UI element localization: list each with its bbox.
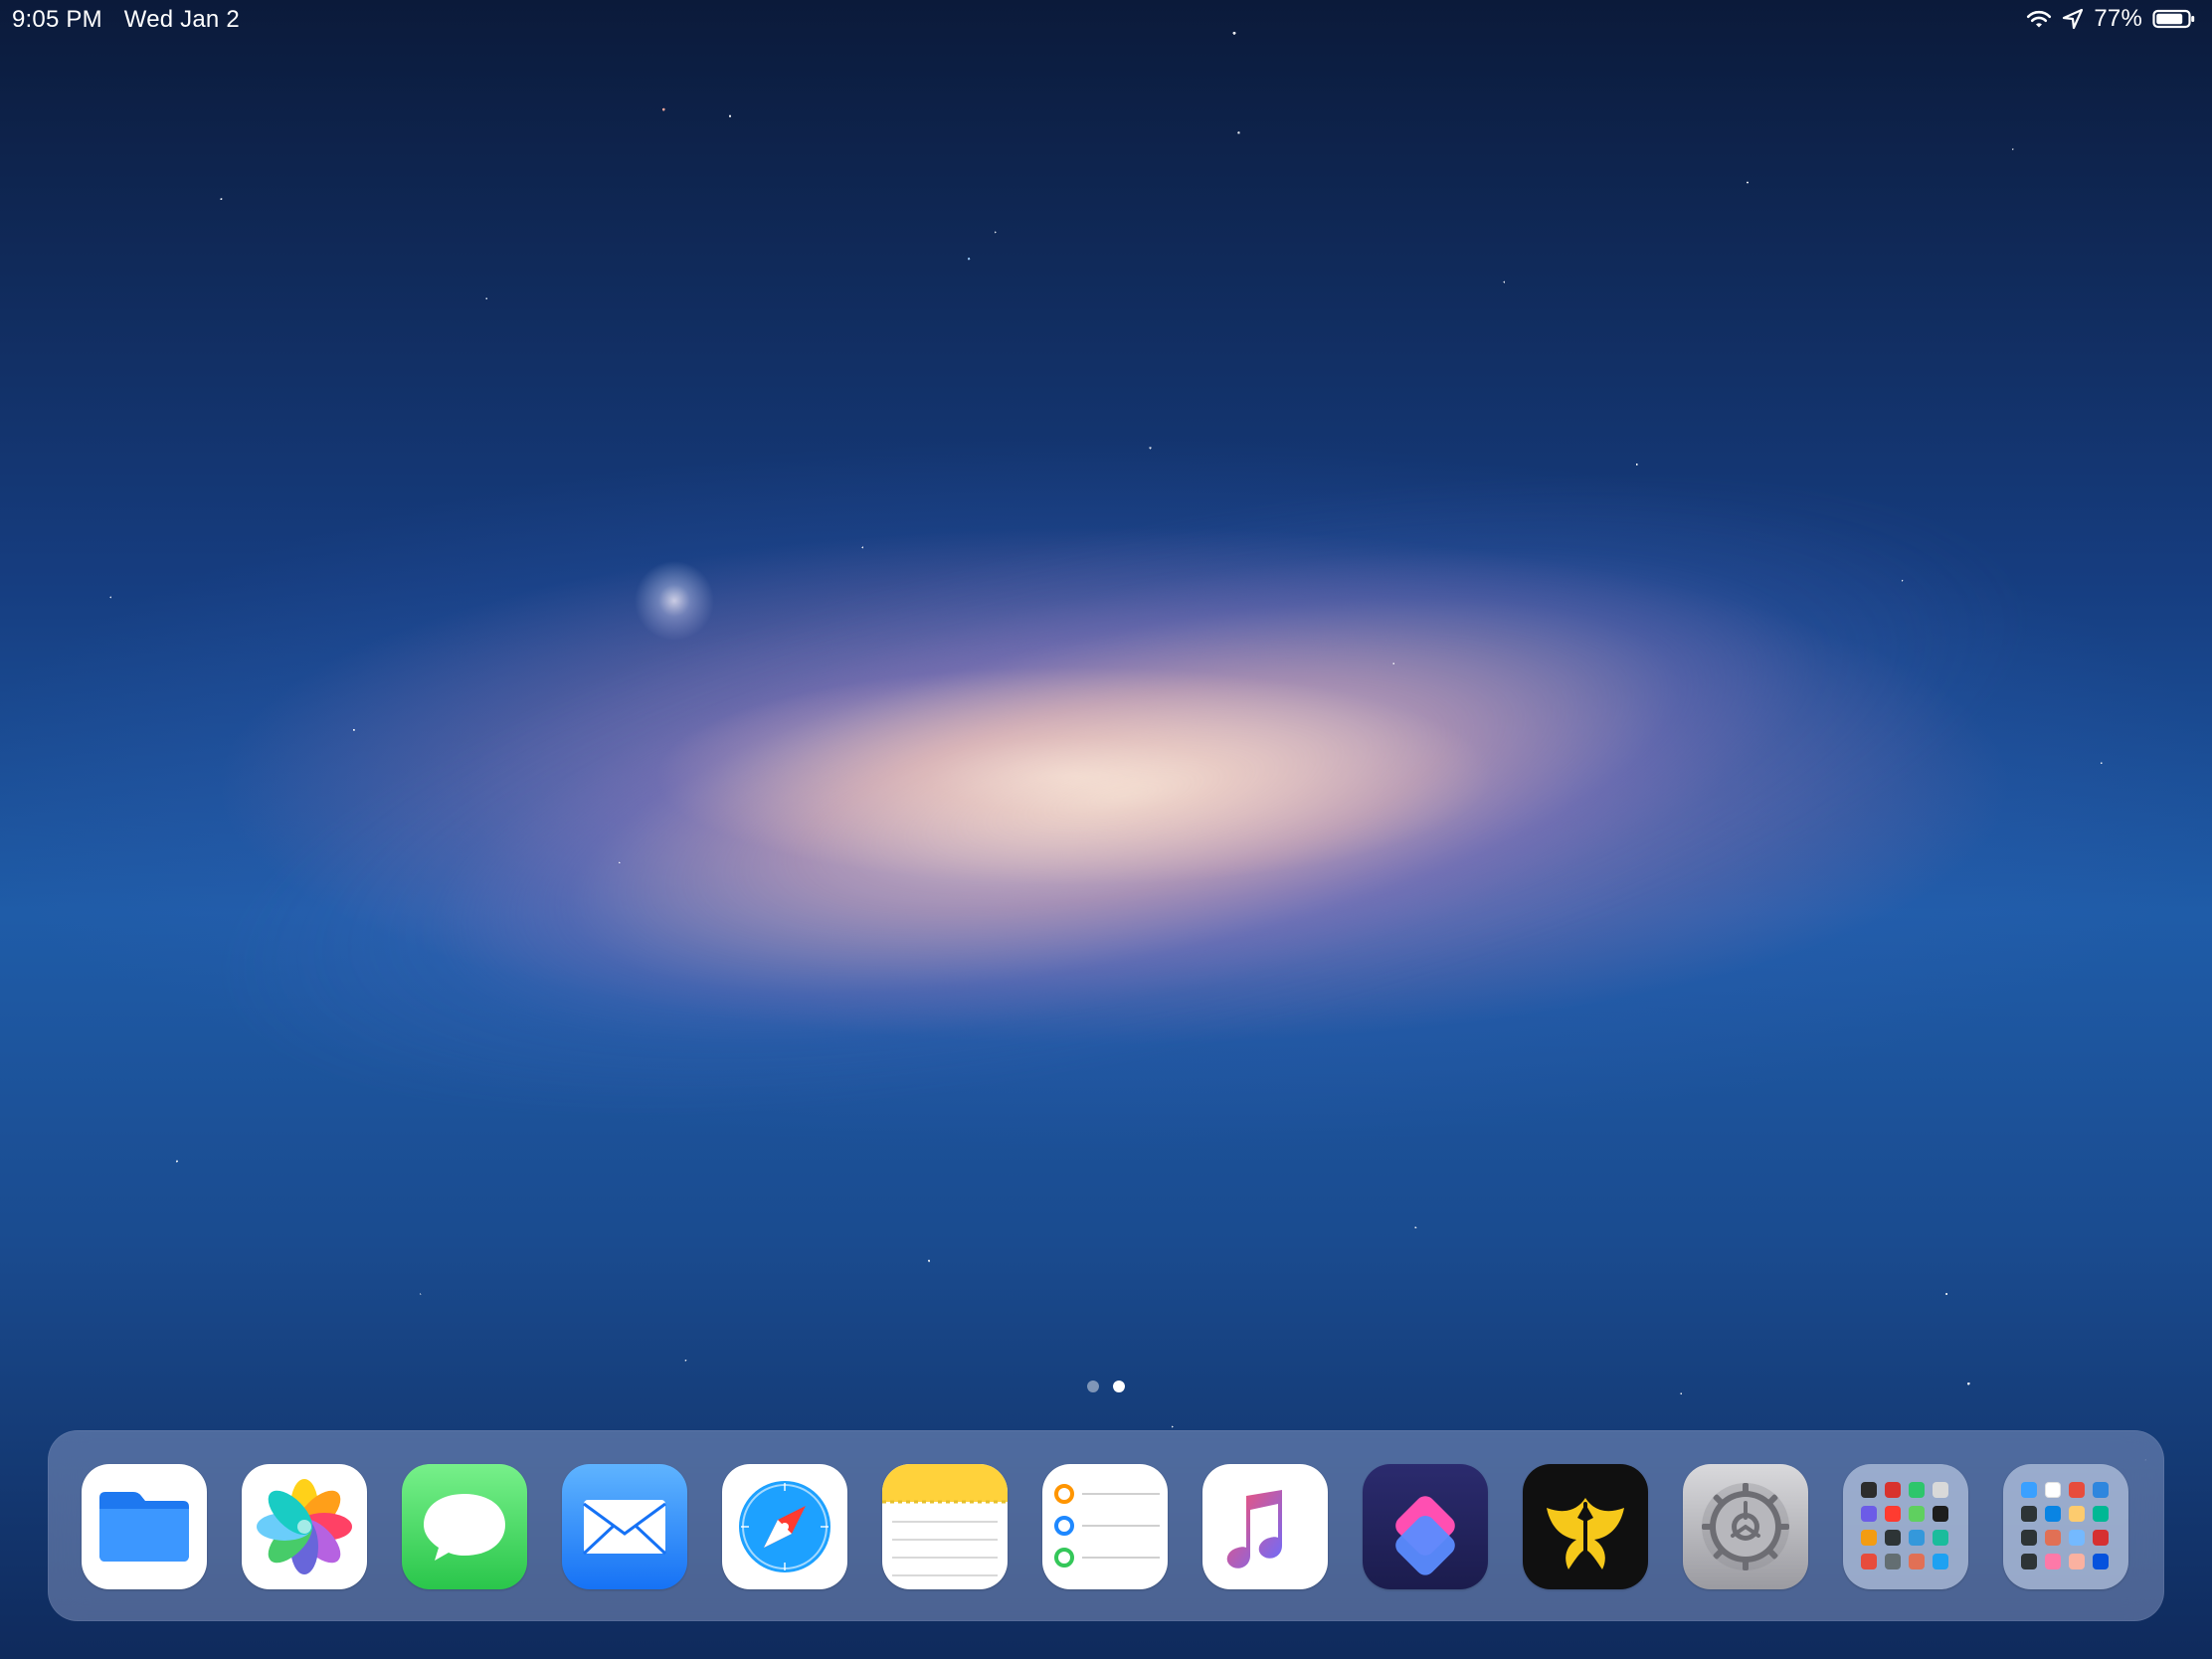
folder-mini-app-icon [1909,1554,1925,1569]
folder-mini-app-icon [2045,1482,2061,1498]
folder-mini-app-icon [2069,1482,2085,1498]
photos-app-icon[interactable] [242,1464,367,1589]
notes-app-icon[interactable] [882,1464,1008,1589]
folder-mini-app-icon [1861,1482,1877,1498]
reminders-app-icon[interactable] [1042,1464,1168,1589]
location-arrow-icon [2062,8,2084,30]
notes-icon [882,1464,1008,1576]
ulysses-icon [1547,1498,1624,1569]
messages-app-icon[interactable] [402,1464,527,1589]
folder-mini-app-icon [1861,1554,1877,1569]
folder-mini-app-icon [1885,1554,1901,1569]
folder-mini-app-icon [2021,1530,2037,1546]
folder-mini-app-icon [1933,1530,1948,1546]
folder-mini-app-icon [1933,1554,1948,1569]
folder-mini-app-icon [1933,1506,1948,1522]
mail-app-icon[interactable] [562,1464,687,1589]
files-icon [99,1492,189,1562]
folder-1-grid [1861,1482,1950,1571]
ulysses-app-icon[interactable] [1523,1464,1648,1589]
wifi-icon [2026,9,2052,29]
settings-icon [1702,1483,1789,1570]
reminders-icon [1054,1484,1160,1567]
mail-icon [582,1500,667,1556]
dock [48,1430,2164,1621]
folder-mini-app-icon [2093,1482,2109,1498]
folder-mini-app-icon [1861,1506,1877,1522]
galaxy-wallpaper-glow [120,229,2127,1363]
folder-mini-app-icon [1909,1482,1925,1498]
shortcuts-icon [1395,1496,1455,1575]
status-time: 9:05 PM [12,6,102,33]
folder-mini-app-icon [2021,1482,2037,1498]
folder-mini-app-icon [1861,1530,1877,1546]
status-right: 77% [2026,5,2196,33]
files-app-icon[interactable] [82,1464,207,1589]
folder-mini-app-icon [2045,1530,2061,1546]
music-app-icon[interactable] [1202,1464,1328,1589]
folder-mini-app-icon [1933,1482,1948,1498]
folder-mini-app-icon [2045,1506,2061,1522]
battery-icon [2152,8,2196,30]
page-indicator[interactable] [1087,1381,1125,1392]
safari-icon [739,1481,830,1572]
folder-mini-app-icon [2021,1554,2037,1569]
shortcuts-app-icon[interactable] [1363,1464,1488,1589]
page-dot-2[interactable] [1113,1381,1125,1392]
folder-mini-app-icon [2069,1530,2085,1546]
folder-mini-app-icon [1909,1506,1925,1522]
folder-mini-app-icon [1909,1530,1925,1546]
folder-mini-app-icon [2069,1506,2085,1522]
folder-mini-app-icon [2045,1554,2061,1569]
folder-mini-app-icon [2093,1530,2109,1546]
folder-mini-app-icon [1885,1506,1901,1522]
folder-2-grid [2021,1482,2111,1571]
page-dot-1[interactable] [1087,1381,1099,1392]
status-left: 9:05 PM Wed Jan 2 [12,6,240,34]
folder-mini-app-icon [2093,1554,2109,1569]
messages-icon [424,1494,505,1561]
music-icon [1226,1490,1282,1568]
settings-app-icon[interactable] [1683,1464,1808,1589]
folder-mini-app-icon [1885,1482,1901,1498]
folder-mini-app-icon [2069,1554,2085,1569]
photos-icon [257,1479,352,1574]
status-date: Wed Jan 2 [123,6,240,33]
wallpaper-stars [0,0,2212,1659]
folder-mini-app-icon [1885,1530,1901,1546]
dock-items [82,1464,2128,1589]
folder-mini-app-icon [2093,1506,2109,1522]
folder-1-icon[interactable] [1843,1464,1968,1589]
status-bar: 9:05 PM Wed Jan 2 77% [0,0,2212,40]
battery-percentage: 77% [2094,5,2142,32]
safari-app-icon[interactable] [722,1464,847,1589]
folder-2-icon[interactable] [2003,1464,2128,1589]
folder-mini-app-icon [2021,1506,2037,1522]
